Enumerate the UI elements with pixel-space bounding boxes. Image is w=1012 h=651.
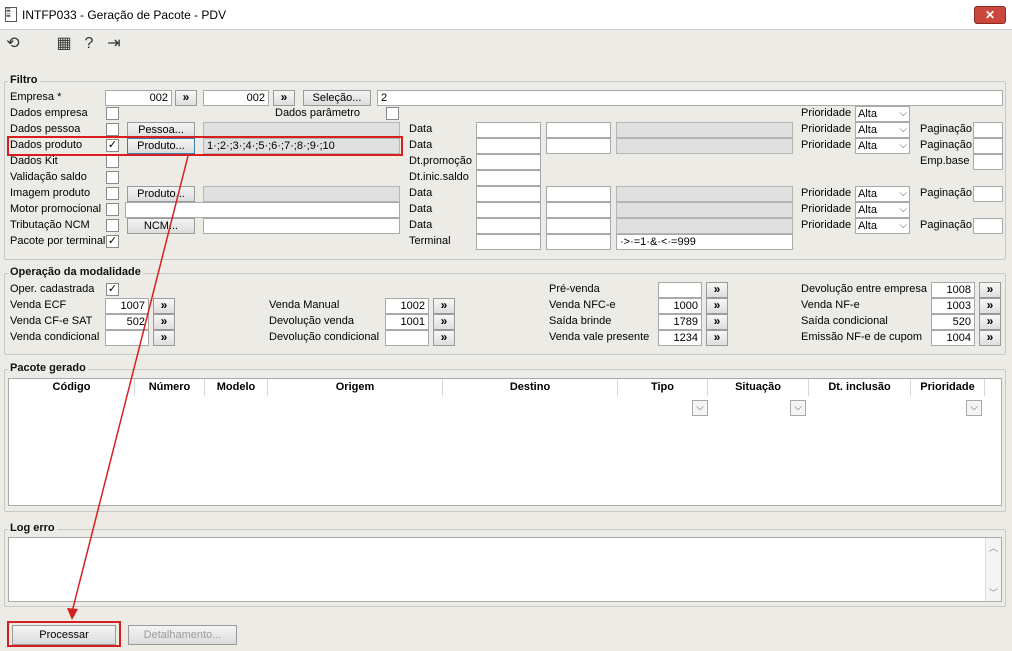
annotation-arrow	[67, 155, 189, 620]
